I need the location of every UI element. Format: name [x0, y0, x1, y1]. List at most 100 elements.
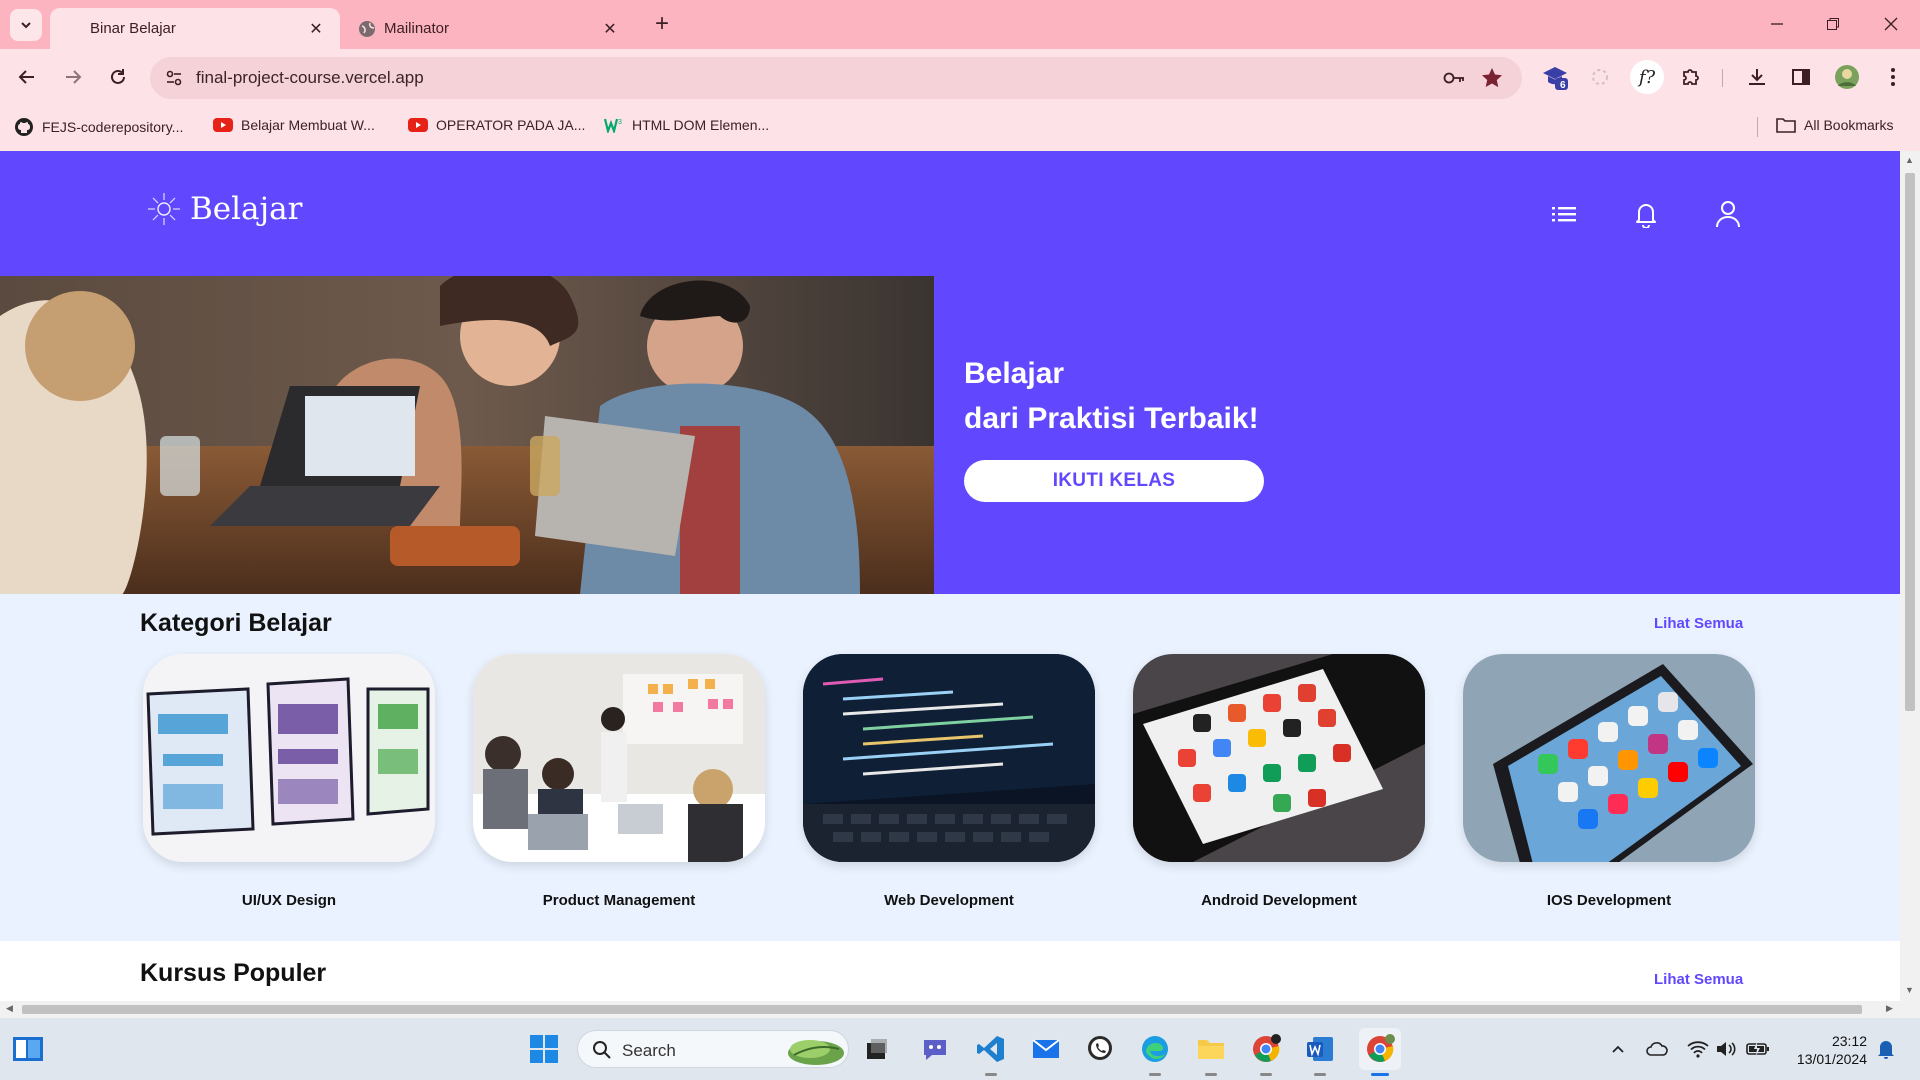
battery-button[interactable] [1742, 1033, 1774, 1065]
horizontal-scrollbar[interactable]: ◀ ▶ [0, 1001, 1920, 1018]
scroll-left-icon[interactable]: ◀ [6, 1003, 13, 1014]
see-all-link[interactable]: Lihat Semua [1654, 615, 1743, 632]
chrome-button[interactable] [1250, 1033, 1282, 1076]
scroll-up-icon[interactable]: ▲ [1905, 155, 1914, 165]
hero-image [0, 276, 934, 594]
notification-button[interactable] [1629, 197, 1663, 231]
bookmark-label: Belajar Membuat W... [241, 117, 375, 133]
close-icon[interactable]: ✕ [600, 19, 620, 39]
reload-button[interactable] [103, 62, 133, 92]
site-info-icon[interactable] [164, 68, 184, 88]
edge-button[interactable] [1139, 1033, 1171, 1076]
category-card-android[interactable]: Android Development [1133, 654, 1425, 909]
mail-button[interactable] [1030, 1033, 1062, 1065]
taskbar-search[interactable]: Search [577, 1030, 849, 1068]
whatsapp-button[interactable] [1084, 1033, 1116, 1065]
bookmarks-bar: FEJS-coderepository... Belajar Membuat W… [0, 105, 1920, 151]
close-icon[interactable]: ✕ [306, 19, 326, 39]
scroll-right-icon[interactable]: ▶ [1886, 1003, 1893, 1014]
folder-icon [1776, 118, 1796, 133]
task-view-button[interactable] [861, 1033, 893, 1065]
chrome-menu-button[interactable] [1878, 62, 1908, 92]
scroll-down-icon[interactable]: ▼ [1905, 985, 1914, 995]
profile-button[interactable] [1832, 62, 1862, 92]
close-window-button[interactable] [1874, 10, 1908, 38]
profile-button[interactable] [1711, 197, 1745, 231]
scrollbar-thumb[interactable] [1905, 173, 1915, 711]
hero-banner: Belajar dari Praktisi Terbaik! IKUTI KEL… [0, 276, 1900, 594]
side-panel-icon [1792, 69, 1810, 85]
mail-icon [1032, 1039, 1060, 1058]
category-image [143, 654, 435, 862]
wifi-icon [1687, 1041, 1709, 1058]
site-logo[interactable]: Belajar [146, 191, 302, 227]
vscode-button[interactable] [975, 1033, 1007, 1076]
search-icon [593, 1041, 611, 1059]
windows-taskbar: Search 23:12 13/01/2024 [0, 1018, 1920, 1080]
youtube-icon [213, 118, 233, 132]
edge-icon [1142, 1036, 1168, 1062]
tab-binar-belajar[interactable]: Binar Belajar ✕ [50, 8, 340, 49]
browser-toolbar: final-project-course.vercel.app 6 f? [0, 49, 1920, 105]
course-list-button[interactable] [1547, 197, 1581, 231]
taskbar-clock[interactable]: 23:12 13/01/2024 [1775, 1032, 1867, 1068]
password-key-icon[interactable] [1442, 68, 1466, 88]
youtube-icon [408, 118, 428, 132]
running-indicator [1149, 1073, 1161, 1076]
reload-icon [111, 69, 125, 84]
category-card-product[interactable]: Product Management [473, 654, 765, 909]
toolbar-divider [1722, 69, 1723, 87]
bookmark-item[interactable]: FEJS-coderepository... [14, 117, 183, 137]
bell-icon [1636, 204, 1656, 228]
category-image [803, 654, 1095, 862]
word-icon [1307, 1037, 1333, 1061]
widgets-button[interactable] [12, 1033, 44, 1065]
start-button[interactable] [528, 1033, 560, 1065]
extension-spinner-button[interactable] [1585, 62, 1615, 92]
bookmark-label: HTML DOM Elemen... [632, 117, 770, 133]
address-bar[interactable]: final-project-course.vercel.app [150, 57, 1522, 99]
tab-search-button[interactable] [10, 9, 42, 41]
chrome-active-button[interactable] [1359, 1028, 1401, 1076]
tab-mailinator[interactable]: Mailinator ✕ [344, 8, 634, 49]
widgets-icon [13, 1037, 43, 1061]
onedrive-button[interactable] [1641, 1033, 1673, 1065]
globe-icon [359, 21, 375, 37]
extension-font-button[interactable]: f? [1630, 60, 1664, 94]
minimize-button[interactable] [1760, 10, 1794, 38]
clock-time: 23:12 [1831, 1033, 1867, 1049]
back-button[interactable] [12, 62, 42, 92]
bookmark-item[interactable]: Belajar Membuat W... [213, 117, 375, 133]
minimize-icon [1771, 23, 1783, 25]
bookmark-item[interactable]: OPERATOR PADA JA... [408, 117, 585, 133]
downloads-button[interactable] [1742, 62, 1772, 92]
see-all-link[interactable]: Lihat Semua [1654, 971, 1743, 988]
bookmark-star-icon[interactable] [1480, 66, 1504, 90]
restore-button[interactable] [1816, 10, 1850, 38]
teams-chat-button[interactable] [919, 1033, 951, 1065]
ikuti-kelas-button[interactable]: IKUTI KELAS [964, 460, 1264, 502]
category-card-ios[interactable]: IOS Development [1463, 654, 1755, 909]
tab-title: Mailinator [384, 20, 450, 37]
windows-logo-icon [530, 1035, 558, 1063]
category-card-uiux[interactable]: UI/UX Design [143, 654, 435, 909]
notifications-button[interactable] [1870, 1033, 1902, 1065]
show-hidden-icons-button[interactable] [1602, 1033, 1634, 1065]
vertical-scrollbar[interactable]: ▲ ▼ [1900, 151, 1920, 1001]
sun-logo-icon [148, 193, 180, 225]
task-view-icon [867, 1039, 887, 1059]
word-button[interactable] [1304, 1033, 1336, 1076]
extension-hat-button[interactable]: 6 [1540, 62, 1570, 92]
category-card-web[interactable]: Web Development [803, 654, 1095, 909]
all-bookmarks-button[interactable]: All Bookmarks [1776, 117, 1893, 133]
new-tab-button[interactable]: + [650, 10, 674, 37]
file-explorer-button[interactable] [1195, 1033, 1227, 1076]
side-panel-button[interactable] [1786, 62, 1816, 92]
bookmark-item[interactable]: 3 HTML DOM Elemen... [604, 117, 769, 133]
extensions-button[interactable] [1676, 62, 1706, 92]
running-indicator [985, 1073, 997, 1076]
user-icon [1716, 201, 1740, 228]
scrollbar-thumb[interactable] [22, 1005, 1862, 1014]
volume-button[interactable] [1710, 1033, 1742, 1065]
forward-button[interactable] [58, 62, 88, 92]
